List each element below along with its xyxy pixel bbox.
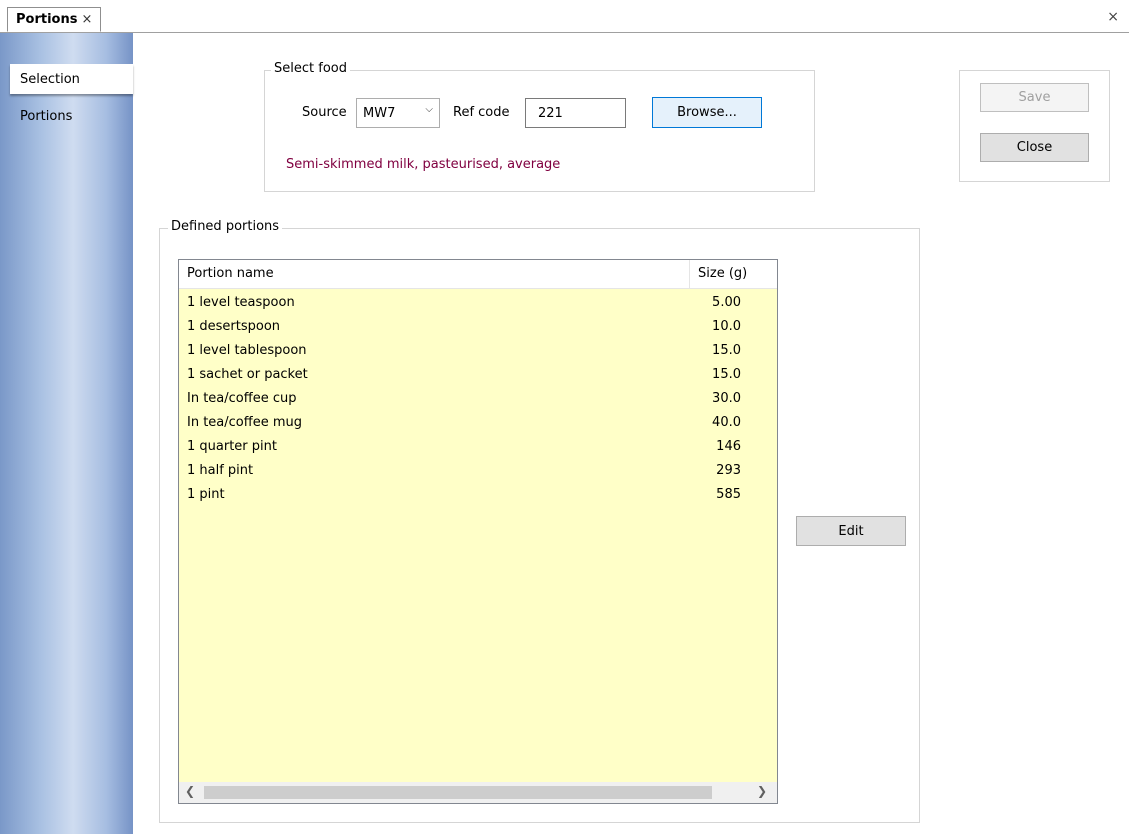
close-button[interactable]: Close [980,133,1089,162]
ref-code-value: 221 [538,105,563,121]
portion-size-cell: 5.00 [712,295,741,310]
source-select[interactable]: MW7 ⌵ [356,98,440,128]
table-row[interactable]: 1 sachet or packet 15.0 [179,363,777,387]
horizontal-scrollbar[interactable]: ❮ ❯ [179,782,777,803]
table-row[interactable]: In tea/coffee mug 40.0 [179,411,777,435]
portion-name-cell: In tea/coffee mug [187,415,302,430]
portion-size-cell: 146 [716,439,741,454]
tab-close-icon[interactable]: × [81,12,92,27]
table-row[interactable]: 1 quarter pint 146 [179,435,777,459]
portion-size-cell: 293 [716,463,741,478]
portion-name-cell: 1 sachet or packet [187,367,308,382]
sidebar-item-label: Selection [20,71,80,87]
column-header-portion-name[interactable]: Portion name [187,266,274,281]
ref-code-input[interactable]: 221 [525,98,626,128]
ref-code-label: Ref code [453,105,510,120]
table-row[interactable]: In tea/coffee cup 30.0 [179,387,777,411]
portion-name-cell: In tea/coffee cup [187,391,297,406]
portion-name-cell: 1 level teaspoon [187,295,295,310]
portion-size-cell: 585 [716,487,741,502]
source-value: MW7 [363,105,396,121]
window-close-icon[interactable]: × [1107,9,1119,25]
portion-size-cell: 30.0 [712,391,741,406]
table-row[interactable]: 1 desertspoon 10.0 [179,315,777,339]
select-food-legend: Select food [271,61,350,76]
portion-name-cell: 1 pint [187,487,225,502]
tab-portions[interactable]: Portions × [7,7,102,32]
sidebar: Selection Portions [0,33,133,834]
portion-size-cell: 40.0 [712,415,741,430]
chevron-right-icon[interactable]: ❯ [757,784,767,798]
table-row[interactable]: 1 half pint 293 [179,459,777,483]
tab-title: Portions [16,12,78,27]
chevron-down-icon: ⌵ [425,104,433,115]
tab-strip: Portions × × [0,0,1129,33]
portion-size-cell: 15.0 [712,343,741,358]
list-header: Portion name Size (g) [179,260,777,289]
portion-name-cell: 1 desertspoon [187,319,281,334]
select-food-group [264,70,815,192]
table-row[interactable]: 1 pint 585 [179,483,777,507]
table-row[interactable]: 1 level teaspoon 5.00 [179,291,777,315]
table-row[interactable]: 1 level tablespoon 15.0 [179,339,777,363]
browse-button[interactable]: Browse... [652,97,762,128]
portion-name-cell: 1 level tablespoon [187,343,307,358]
sidebar-item-label: Portions [20,108,73,124]
chevron-left-icon[interactable]: ❮ [185,784,195,798]
portion-size-cell: 15.0 [712,367,741,382]
portion-size-cell: 10.0 [712,319,741,334]
column-header-size[interactable]: Size (g) [698,266,747,281]
source-label: Source [302,105,347,120]
defined-portions-legend: Defined portions [168,219,283,234]
edit-button[interactable]: Edit [796,516,906,546]
column-separator[interactable] [689,260,690,288]
portions-list[interactable]: Portion name Size (g) 1 level teaspoon 5… [178,259,778,804]
sidebar-item-selection[interactable]: Selection [10,64,133,94]
save-button[interactable]: Save [980,83,1089,112]
scrollbar-thumb[interactable] [204,786,712,799]
food-description: Semi-skimmed milk, pasteurised, average [286,157,561,172]
portion-name-cell: 1 half pint [187,463,254,478]
portion-name-cell: 1 quarter pint [187,439,277,454]
sidebar-item-portions[interactable]: Portions [10,101,143,131]
